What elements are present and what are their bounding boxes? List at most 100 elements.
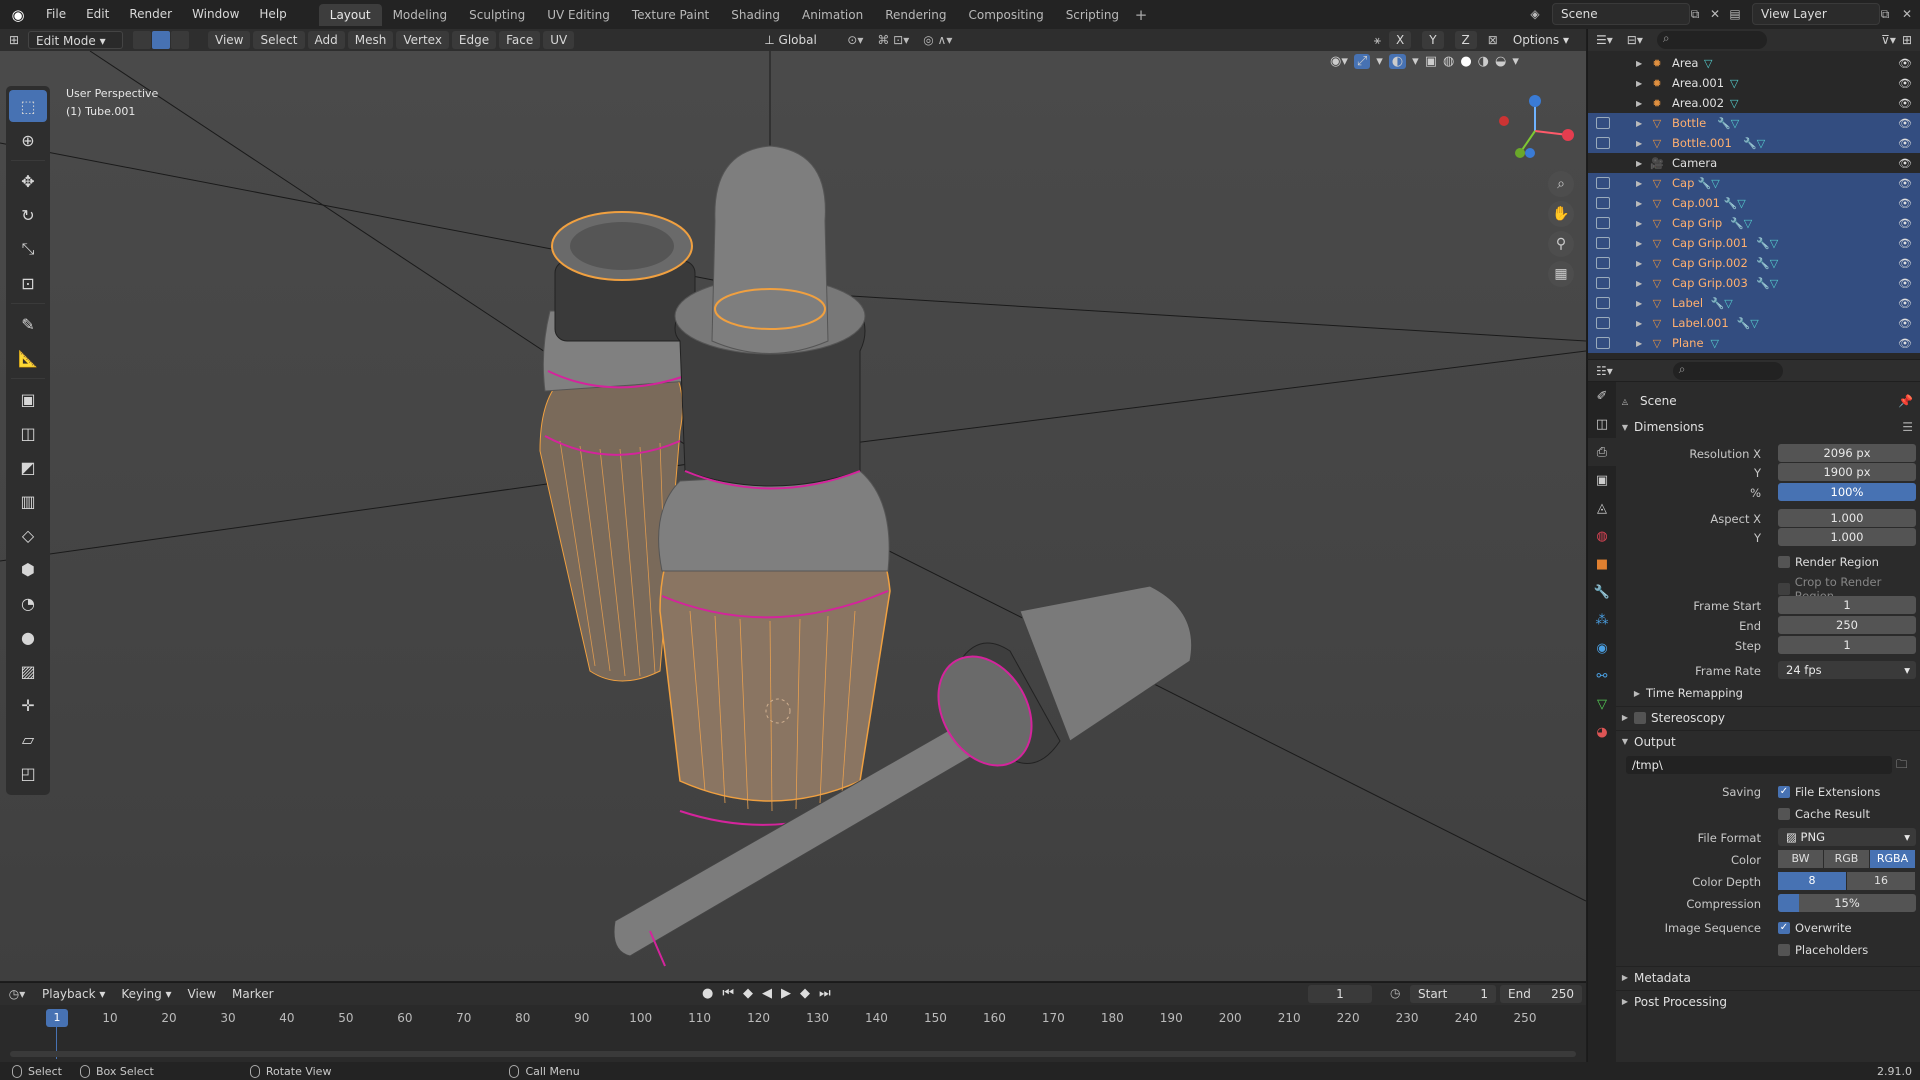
eye-icon[interactable]: 👁 bbox=[1898, 317, 1912, 330]
modifier-wrench-icon[interactable]: 🔧▽ bbox=[1756, 237, 1778, 250]
view-layer-tab-icon[interactable]: ▣ bbox=[1588, 466, 1616, 494]
add-workspace-icon[interactable]: + bbox=[1130, 6, 1152, 24]
menu-mesh[interactable]: Mesh bbox=[347, 31, 394, 49]
navigation-gizmo[interactable] bbox=[1490, 91, 1580, 171]
edit-mode-icon[interactable] bbox=[1596, 177, 1610, 189]
metadata-panel-header[interactable]: ▶ Metadata bbox=[1616, 966, 1920, 988]
menu-render[interactable]: Render bbox=[119, 0, 182, 29]
data-icon[interactable]: ▽ bbox=[1730, 77, 1738, 90]
tab-rendering[interactable]: Rendering bbox=[874, 4, 957, 26]
start-frame-field[interactable]: Start 1 bbox=[1410, 985, 1496, 1003]
tab-modeling[interactable]: Modeling bbox=[382, 4, 459, 26]
modifier-tab-icon[interactable]: 🔧 bbox=[1588, 578, 1616, 606]
view-layer-icon[interactable]: ▤ bbox=[1726, 5, 1744, 23]
proportional-edit-icon[interactable]: ◎ ∧▾ bbox=[923, 33, 952, 47]
new-collection-icon[interactable]: ⊞ bbox=[1902, 33, 1912, 47]
smooth-tool-icon[interactable]: ● bbox=[9, 621, 47, 653]
modifier-wrench-icon[interactable]: 🔧▽ bbox=[1743, 137, 1765, 150]
ortho-grid-icon[interactable]: ▦ bbox=[1548, 261, 1574, 287]
outliner-search-input[interactable]: ⌕ bbox=[1656, 31, 1767, 49]
edit-mode-icon[interactable] bbox=[1596, 297, 1610, 309]
outliner-row[interactable]: ▶ ▽ Cap.001 🔧▽ 👁 bbox=[1588, 193, 1920, 213]
stereoscopy-panel-header[interactable]: ▶ Stereoscopy bbox=[1616, 706, 1920, 728]
jump-start-icon[interactable]: ⏮ bbox=[722, 986, 734, 1001]
eye-icon[interactable]: 👁 bbox=[1898, 297, 1912, 310]
expand-arrow-icon[interactable]: ▶ bbox=[1636, 119, 1642, 128]
visibility-icon[interactable]: ◉▾ bbox=[1330, 54, 1348, 69]
eye-icon[interactable]: 👁 bbox=[1898, 137, 1912, 150]
output-panel-header[interactable]: ▼ Output bbox=[1616, 730, 1920, 752]
frame-rate-dropdown[interactable]: 24 fps ▾ bbox=[1778, 661, 1916, 679]
tab-texture-paint[interactable]: Texture Paint bbox=[621, 4, 720, 26]
play-icon[interactable]: ▶ bbox=[781, 986, 791, 1001]
aspect-x-field[interactable]: 1.000 bbox=[1778, 509, 1916, 527]
prev-keyframe-icon[interactable]: ◆ bbox=[743, 986, 753, 1001]
pin-icon[interactable]: 📌 bbox=[1898, 394, 1913, 408]
compression-slider[interactable]: 15% bbox=[1778, 894, 1916, 912]
tab-compositing[interactable]: Compositing bbox=[957, 4, 1054, 26]
expand-arrow-icon[interactable]: ▶ bbox=[1636, 199, 1642, 208]
editor-type-icon[interactable]: ⊞ bbox=[0, 33, 28, 47]
vertex-select-mode-button[interactable] bbox=[133, 31, 151, 49]
expand-arrow-icon[interactable]: ▶ bbox=[1636, 259, 1642, 268]
spin-tool-icon[interactable]: ◔ bbox=[9, 587, 47, 619]
outliner-row-name[interactable]: Bottle.001 bbox=[1672, 136, 1732, 150]
data-icon[interactable]: ▽ bbox=[1711, 337, 1719, 350]
eye-icon[interactable]: 👁 bbox=[1898, 197, 1912, 210]
scene-icon[interactable]: ◈ bbox=[1526, 5, 1544, 23]
rotate-tool-icon[interactable]: ↻ bbox=[9, 199, 47, 231]
eye-icon[interactable]: 👁 bbox=[1898, 237, 1912, 250]
eye-icon[interactable]: 👁 bbox=[1898, 177, 1912, 190]
expand-arrow-icon[interactable]: ▶ bbox=[1636, 99, 1642, 108]
edit-mode-icon[interactable] bbox=[1596, 237, 1610, 249]
outliner-row[interactable]: ▶ ▽ Cap Grip.001 🔧▽ 👁 bbox=[1588, 233, 1920, 253]
depth-16-button[interactable]: 16 bbox=[1847, 872, 1916, 890]
menu-edge[interactable]: Edge bbox=[451, 31, 497, 49]
modifier-wrench-icon[interactable]: 🔧▽ bbox=[1756, 277, 1778, 290]
jump-end-icon[interactable]: ⏭ bbox=[819, 986, 831, 1001]
output-path-input[interactable]: /tmp\ bbox=[1626, 756, 1892, 774]
dimensions-panel-header[interactable]: ▼ Dimensions ☰ bbox=[1616, 416, 1920, 438]
tab-uv-editing[interactable]: UV Editing bbox=[536, 4, 621, 26]
outliner-row-name[interactable]: Cap Grip.003 bbox=[1672, 276, 1748, 290]
tab-sculpting[interactable]: Sculpting bbox=[458, 4, 536, 26]
menu-view[interactable]: View bbox=[208, 31, 251, 49]
material-tab-icon[interactable]: ◕ bbox=[1588, 718, 1616, 746]
axis-y-button[interactable]: Y bbox=[1422, 31, 1444, 49]
eye-icon[interactable]: 👁 bbox=[1898, 117, 1912, 130]
xray-icon[interactable]: ▣ bbox=[1425, 54, 1437, 69]
post-processing-panel-header[interactable]: ▶ Post Processing bbox=[1616, 990, 1920, 1012]
outliner-row-name[interactable]: Cap Grip.001 bbox=[1672, 236, 1748, 250]
tab-animation[interactable]: Animation bbox=[791, 4, 874, 26]
outliner-row[interactable]: ▶ ▽ Cap Grip.003 🔧▽ 👁 bbox=[1588, 273, 1920, 293]
poly-build-tool-icon[interactable]: ⬢ bbox=[9, 553, 47, 585]
edit-mode-icon[interactable] bbox=[1596, 317, 1610, 329]
front-bottle-mesh[interactable] bbox=[658, 145, 891, 826]
modifier-wrench-icon[interactable]: 🔧▽ bbox=[1756, 257, 1778, 270]
camera-view-icon[interactable]: ⚲ bbox=[1548, 231, 1574, 257]
modifier-wrench-icon[interactable]: 🔧▽ bbox=[1737, 317, 1759, 330]
outliner-row-name[interactable]: Bottle bbox=[1672, 116, 1706, 130]
blender-logo-icon[interactable]: ◉ bbox=[0, 0, 36, 29]
timeline-scrollbar[interactable] bbox=[10, 1051, 1576, 1057]
presets-icon[interactable]: ☰ bbox=[1902, 420, 1913, 434]
snap-icon[interactable]: ⌘ ⊡▾ bbox=[877, 33, 909, 47]
folder-icon[interactable]: 🗀 bbox=[1896, 757, 1908, 776]
frame-step-field[interactable]: 1 bbox=[1778, 636, 1916, 654]
outliner-row[interactable]: ▶ ▽ Plane ▽ 👁 bbox=[1588, 333, 1920, 353]
outliner-row[interactable]: ▶ ▽ Bottle.001 🔧▽ 👁 bbox=[1588, 133, 1920, 153]
eye-icon[interactable]: 👁 bbox=[1898, 77, 1912, 90]
options-dropdown[interactable]: Options ▾ bbox=[1505, 31, 1576, 49]
tab-layout[interactable]: Layout bbox=[318, 3, 382, 26]
data-icon[interactable]: ▽ bbox=[1704, 57, 1712, 70]
outliner-row-name[interactable]: Label bbox=[1672, 296, 1703, 310]
edit-mode-icon[interactable] bbox=[1596, 277, 1610, 289]
modifier-wrench-icon[interactable]: 🔧▽ bbox=[1724, 197, 1746, 210]
properties-search-input[interactable]: ⌕ bbox=[1672, 361, 1783, 380]
menu-add[interactable]: Add bbox=[307, 31, 345, 49]
transform-tool-icon[interactable]: ⊡ bbox=[9, 267, 47, 299]
outliner-row[interactable]: ▶ ▽ Label 🔧▽ 👁 bbox=[1588, 293, 1920, 313]
outliner-row-name[interactable]: Plane bbox=[1672, 336, 1704, 350]
color-rgba-button[interactable]: RGBA bbox=[1870, 850, 1916, 868]
outliner-row-name[interactable]: Cap Grip bbox=[1672, 216, 1722, 230]
